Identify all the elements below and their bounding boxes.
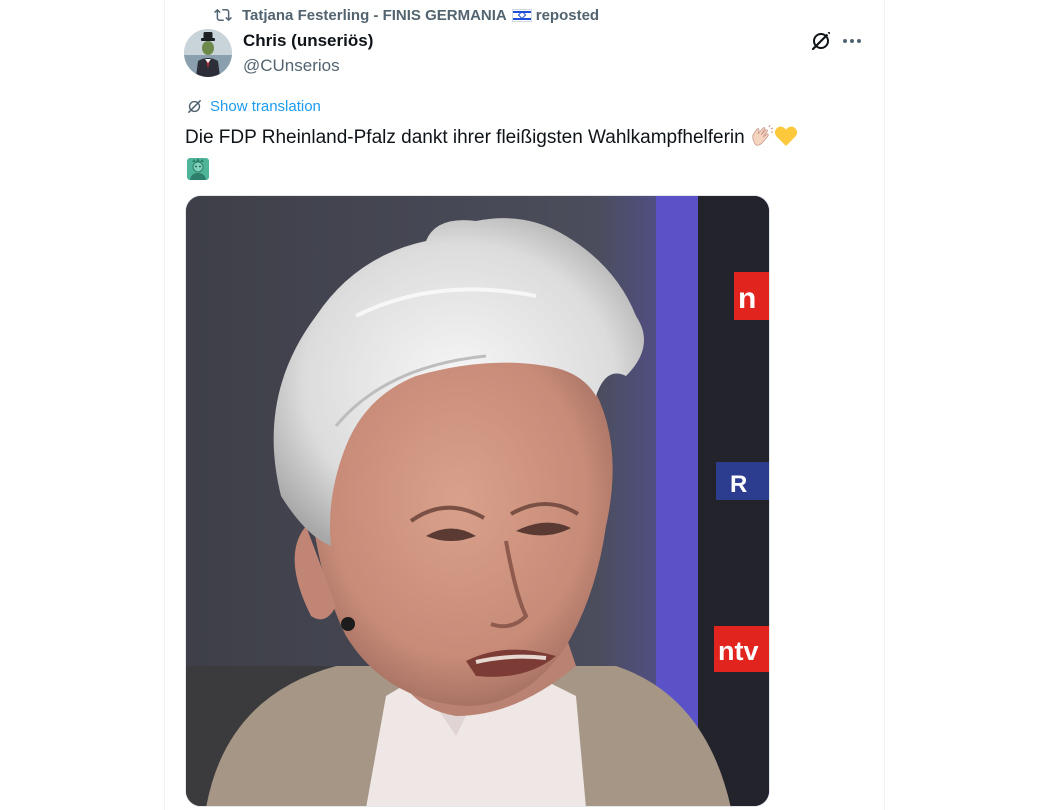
clapping-hands-emoji: [750, 124, 774, 156]
show-translation-link[interactable]: Show translation: [186, 98, 321, 115]
tweet-text: Die FDP Rheinland-Pfalz dankt ihrer flei…: [185, 124, 875, 191]
israel-flag-icon: [511, 8, 532, 22]
earring: [341, 617, 355, 631]
grok-icon: [811, 31, 831, 51]
photo-woman-white-hair: n R ntv: [186, 196, 769, 806]
more-dots-icon: [843, 39, 861, 43]
author-display-name[interactable]: Chris (unseriös): [243, 31, 373, 51]
more-options-button[interactable]: [840, 29, 864, 53]
tweet-body: Die FDP Rheinland-Pfalz dankt ihrer flei…: [185, 127, 745, 148]
grok-translate-icon: [188, 100, 201, 113]
avatar[interactable]: [184, 29, 232, 77]
ntv-text: ntv: [718, 636, 759, 666]
yellow-heart-emoji: [774, 125, 798, 156]
repost-context[interactable]: Tatjana Festerling - FINIS GERMANIA repo…: [214, 4, 599, 26]
show-translation-label[interactable]: Show translation: [210, 98, 321, 115]
timeline-page: Tatjana Festerling - FINIS GERMANIA repo…: [0, 0, 1050, 810]
ntv-letter-n: n: [738, 282, 756, 315]
grok-button[interactable]: [809, 29, 833, 53]
tweet-media-image[interactable]: n R ntv: [185, 195, 770, 807]
statue-of-liberty-emoji: [185, 156, 211, 191]
repost-icon: [214, 8, 232, 22]
reposter-name[interactable]: Tatjana Festerling - FINIS GERMANIA: [242, 7, 507, 24]
avatar-image: [184, 29, 232, 77]
repost-action-label: reposted: [535, 6, 600, 24]
r-logo-letter: R: [730, 471, 747, 498]
author-handle[interactable]: @CUnserios: [243, 56, 340, 76]
